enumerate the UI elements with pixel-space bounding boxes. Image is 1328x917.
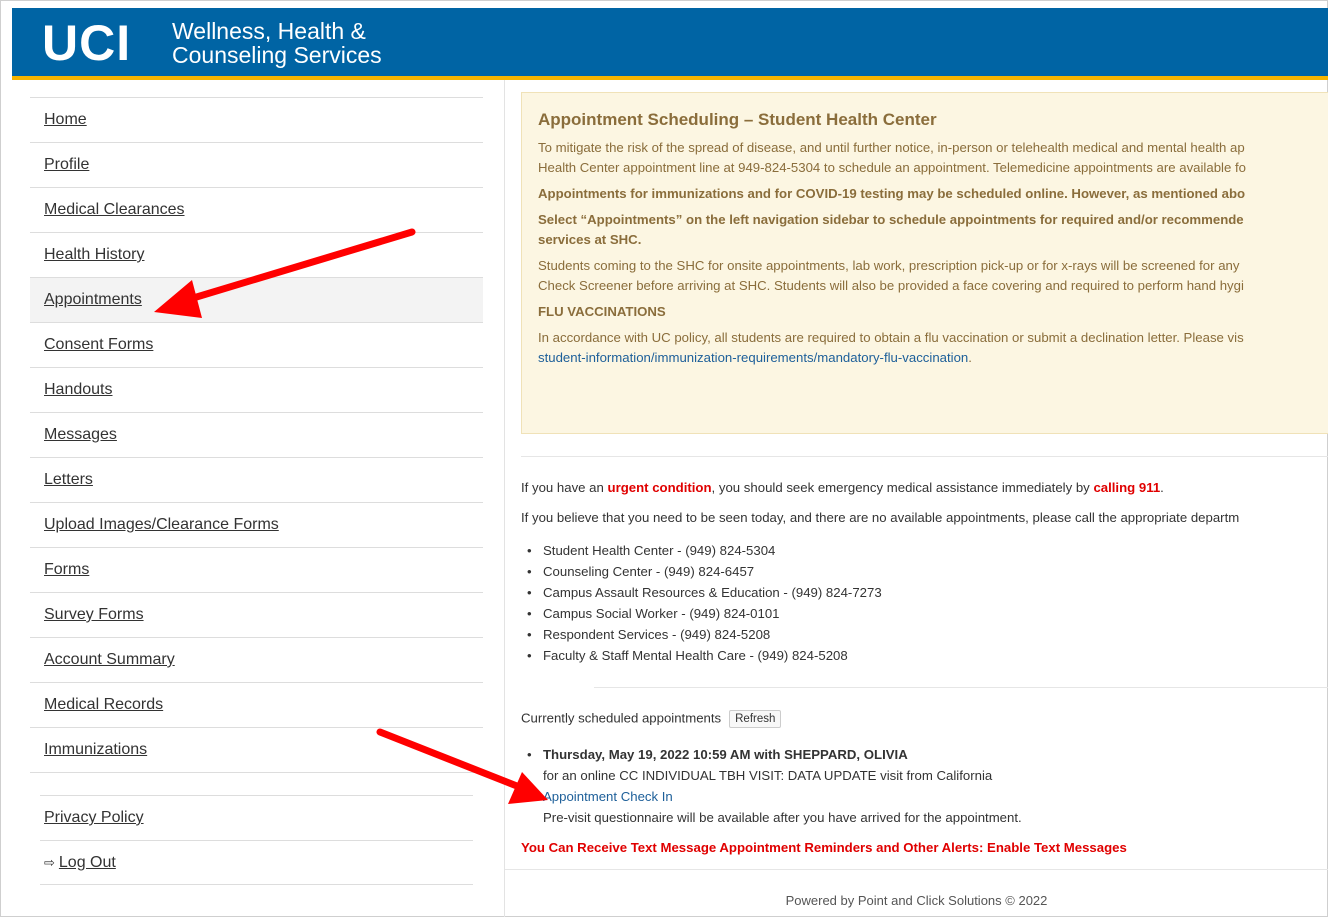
refresh-button[interactable]: Refresh — [729, 710, 782, 728]
sign-out-icon: ⇨ — [44, 854, 55, 870]
divider — [521, 456, 1328, 457]
seen-today-text: If you believe that you need to be seen … — [521, 510, 1240, 525]
sidebar-item-label[interactable]: Profile — [44, 156, 89, 174]
sidebar-item-messages[interactable]: Messages — [30, 412, 483, 457]
sidebar-item-label[interactable]: Forms — [44, 561, 89, 579]
sidebar-item-account-summary[interactable]: Account Summary — [30, 637, 483, 682]
urgent-notice: If you have an urgent condition, you sho… — [521, 480, 1164, 495]
sidebar-item-label[interactable]: Medical Clearances — [44, 201, 185, 219]
notice-paragraph: In accordance with UC policy, all studen… — [538, 328, 1328, 368]
sidebar-item-label[interactable]: Medical Records — [44, 696, 163, 714]
flu-vaccination-link[interactable]: student-information/immunization-require… — [538, 350, 968, 365]
calling-911: calling 911 — [1093, 480, 1161, 495]
urgent-text: If you have an — [521, 480, 608, 495]
notice-text: Students coming to the SHC for onsite ap… — [538, 258, 1240, 273]
list-item: Counseling Center - (949) 824-6457 — [527, 561, 882, 582]
list-item: Campus Assault Resources & Education - (… — [527, 582, 882, 603]
text-alert-link[interactable]: You Can Receive Text Message Appointment… — [521, 840, 1127, 855]
sidebar-item-label[interactable]: Handouts — [44, 381, 113, 399]
divider — [505, 869, 1328, 870]
urgent-text: , you should seek emergency medical assi… — [711, 480, 1094, 495]
list-item: Campus Social Worker - (949) 824-0101 — [527, 603, 882, 624]
notice-text: . — [968, 350, 972, 365]
uci-logo[interactable]: UCI — [42, 17, 131, 69]
sidebar-item-label[interactable]: Appointments — [44, 291, 142, 309]
annotation-arrow — [376, 728, 548, 804]
sidebar-item-upload-images[interactable]: Upload Images/Clearance Forms — [30, 502, 483, 547]
department-list: Student Health Center - (949) 824-5304 C… — [521, 540, 882, 666]
annotation-arrow — [154, 228, 416, 318]
sidebar-item-label[interactable]: Home — [44, 111, 87, 129]
divider — [594, 687, 1328, 688]
notice-text: Check Screener before arriving at SHC. S… — [538, 278, 1244, 293]
appointment-item: Thursday, May 19, 2022 10:59 AM with SHE… — [521, 744, 1022, 828]
notice-box: Appointment Scheduling – Student Health … — [521, 92, 1328, 434]
sidebar-item-handouts[interactable]: Handouts — [30, 367, 483, 412]
sidebar-item-label[interactable]: Upload Images/Clearance Forms — [44, 516, 279, 534]
list-item: Respondent Services - (949) 824-5208 — [527, 624, 882, 645]
site-title-line1: Wellness, Health & — [172, 18, 366, 44]
notice-title: Appointment Scheduling – Student Health … — [538, 110, 937, 129]
notice-paragraph: Students coming to the SHC for onsite ap… — [538, 256, 1328, 296]
sidebar-item-survey-forms[interactable]: Survey Forms — [30, 592, 483, 637]
sidebar-item-label[interactable]: Letters — [44, 471, 93, 489]
appointment-detail: for an online CC INDIVIDUAL TBH VISIT: D… — [543, 768, 993, 783]
notice-paragraph: To mitigate the risk of the spread of di… — [538, 138, 1328, 178]
sidebar-item-label[interactable]: Account Summary — [44, 651, 175, 669]
footer-text: Powered by Point and Click Solutions © 2… — [785, 893, 1048, 908]
site-header: UCI Wellness, Health & Counseling Servic… — [12, 8, 1328, 80]
sidebar-item-label[interactable]: Privacy Policy — [44, 809, 144, 827]
list-item: Student Health Center - (949) 824-5304 — [527, 540, 882, 561]
urgent-text: . — [1160, 480, 1164, 495]
sidebar-item-forms[interactable]: Forms — [30, 547, 483, 592]
sidebar-item-label[interactable]: Consent Forms — [44, 336, 153, 354]
notice-text: Select “Appointments” on the left naviga… — [538, 212, 1244, 227]
list-item: Thursday, May 19, 2022 10:59 AM with SHE… — [527, 744, 1022, 828]
site-title: Wellness, Health & Counseling Services — [172, 19, 382, 67]
sidebar-item-label[interactable]: Survey Forms — [44, 606, 144, 624]
sidebar-item-log-out[interactable]: ⇨ Log Out — [40, 840, 473, 885]
notice-text: To mitigate the risk of the spread of di… — [538, 140, 1245, 155]
sidebar-item-label[interactable]: Health History — [44, 246, 144, 264]
notice-paragraph: Appointments for immunizations and for C… — [538, 186, 1246, 201]
appointment-note: Pre-visit questionnaire will be availabl… — [543, 810, 1022, 825]
notice-text: Health Center appointment line at 949-82… — [538, 160, 1246, 175]
sidebar-item-label[interactable]: Immunizations — [44, 741, 147, 759]
urgent-condition: urgent condition — [607, 480, 712, 495]
sidebar-item-label[interactable]: Log Out — [59, 854, 116, 872]
list-item: Faculty & Staff Mental Health Care - (94… — [527, 645, 882, 666]
sidebar-item-profile[interactable]: Profile — [30, 142, 483, 187]
page-frame: UCI Wellness, Health & Counseling Servic… — [0, 0, 1328, 917]
flu-heading: FLU VACCINATIONS — [538, 304, 666, 319]
site-title-line2: Counseling Services — [172, 42, 382, 68]
notice-paragraph: Select “Appointments” on the left naviga… — [538, 210, 1328, 250]
sidebar-item-label[interactable]: Messages — [44, 426, 117, 444]
sidebar-item-letters[interactable]: Letters — [30, 457, 483, 502]
sidebar-item-home[interactable]: Home — [30, 97, 483, 142]
notice-text: services at SHC. — [538, 232, 642, 247]
notice-text: In accordance with UC policy, all studen… — [538, 330, 1244, 345]
appointment-when: Thursday, May 19, 2022 10:59 AM with SHE… — [543, 747, 908, 762]
